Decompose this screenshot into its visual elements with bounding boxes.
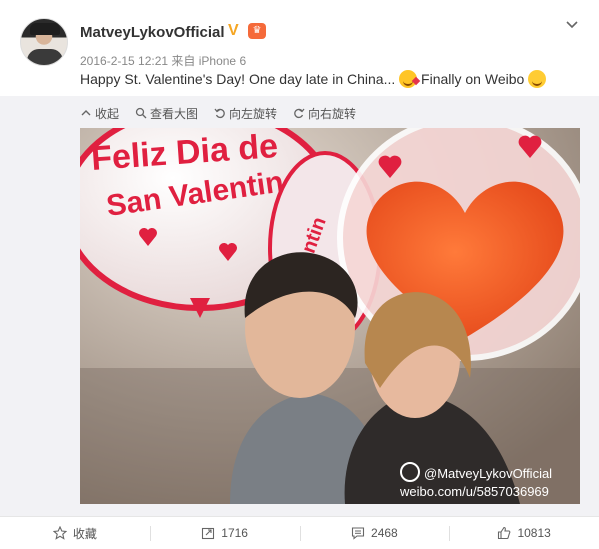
image-toolbar: 收起 查看大图 向左旋转 向右旋转 [80, 104, 356, 122]
username[interactable]: MatveyLykovOfficial [80, 24, 225, 41]
post-header: MatveyLykovOfficial V ♛ 2016-2-15 12:21 … [0, 0, 599, 96]
rotate-left-icon [214, 108, 225, 119]
like-button[interactable]: 10813 [449, 517, 599, 549]
post-time: 2016-2-15 12:21 来自 iPhone 6 [80, 54, 247, 68]
rotate-right-button[interactable]: 向右旋转 [293, 104, 356, 122]
chevron-down-icon[interactable] [565, 18, 579, 32]
star-icon [52, 526, 67, 540]
comment-count: 2468 [371, 526, 398, 540]
watermark-url: weibo.com/u/5857036969 [399, 484, 549, 499]
collapse-label: 收起 [95, 106, 120, 121]
rotate-left-label: 向左旋转 [229, 106, 278, 121]
thumbs-up-icon [498, 526, 511, 540]
kiss-emoji-icon [399, 70, 418, 88]
avatar[interactable] [20, 18, 68, 66]
repost-count: 1716 [221, 526, 248, 540]
heart-eyes-emoji-icon [528, 70, 547, 88]
rotate-right-label: 向右旋转 [308, 106, 357, 121]
photo-illustration: Feliz Dia de San Valentin Valentin [80, 128, 580, 504]
repost-icon [202, 527, 215, 540]
post-text-tail: Finally on Weibo [421, 71, 525, 87]
rotate-right-icon [294, 108, 305, 119]
comment-icon [351, 527, 365, 540]
post-photo[interactable]: Feliz Dia de San Valentin Valentin [80, 128, 580, 504]
member-badge-icon[interactable]: ♛ [248, 23, 266, 39]
action-bar: 收藏 1716 2468 10813 [0, 516, 599, 549]
post-text-main: Happy St. Valentine's Day! One day late … [80, 71, 396, 87]
favorite-label: 收藏 [72, 526, 97, 541]
avatar-body [27, 49, 63, 65]
watermark-handle: @MatveyLykovOfficial [424, 466, 552, 481]
post-text: Happy St. Valentine's Day! One day late … [80, 70, 547, 88]
comment-button[interactable]: 2468 [299, 517, 450, 549]
view-large-button[interactable]: 查看大图 [135, 104, 198, 122]
zoom-icon [135, 107, 147, 119]
avatar-hat [30, 23, 60, 35]
repost-button[interactable]: 1716 [149, 517, 300, 549]
like-count: 10813 [517, 526, 551, 540]
collapse-button[interactable]: 收起 [80, 104, 119, 122]
verified-icon: V [228, 22, 239, 39]
media-panel: 收起 查看大图 向左旋转 向右旋转 Feliz Dia de San Valen… [0, 96, 599, 516]
favorite-button[interactable]: 收藏 [0, 517, 150, 549]
rotate-left-button[interactable]: 向左旋转 [214, 104, 277, 122]
view-large-label: 查看大图 [150, 106, 199, 121]
collapse-icon [81, 110, 91, 116]
